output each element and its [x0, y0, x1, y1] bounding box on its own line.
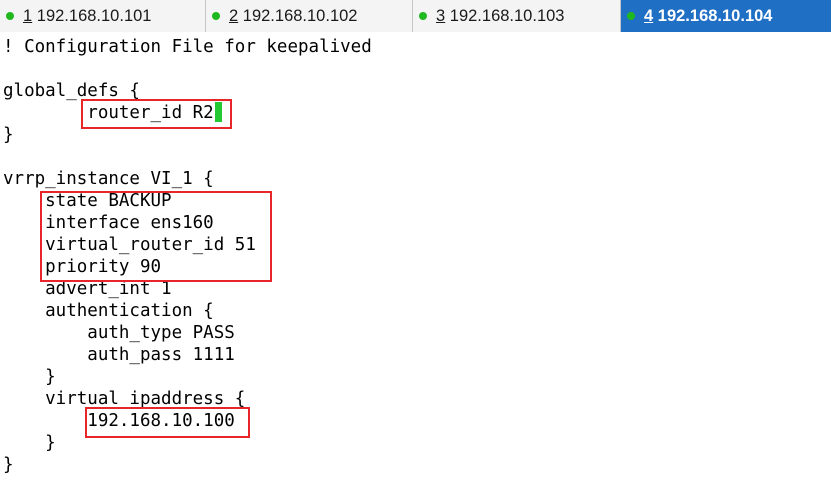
terminal-line: }	[3, 367, 56, 387]
terminal-line: virtual_ipaddress {	[3, 389, 246, 409]
terminal-line-router-id: router_id R2	[3, 102, 222, 124]
tab-host: 192.168.10.102	[242, 6, 358, 25]
terminal-line: ! Configuration File for keepalived	[3, 37, 372, 57]
terminal-line: advert_int 1	[3, 279, 172, 299]
terminal-line: auth_pass 1111	[3, 345, 235, 365]
session-tab-bar: 1 192.168.10.101 2 192.168.10.102 3 192.…	[0, 0, 831, 32]
terminal-line: virtual_router_id 51	[3, 235, 256, 255]
connected-status-icon	[419, 12, 427, 20]
terminal-line: }	[3, 125, 14, 145]
terminal-line: state BACKUP	[3, 191, 172, 211]
terminal-line: interface ens160	[3, 213, 214, 233]
terminal-line: auth_type PASS	[3, 323, 235, 343]
connected-status-icon	[212, 12, 220, 20]
tab-session-4[interactable]: 4 192.168.10.104	[621, 0, 831, 32]
terminal-line: }	[3, 433, 56, 453]
tab-host: 192.168.10.104	[657, 6, 773, 25]
terminal-line: priority 90	[3, 257, 162, 277]
terminal-line: vrrp_instance VI_1 {	[3, 169, 214, 189]
tab-session-3[interactable]: 3 192.168.10.103	[413, 0, 621, 32]
terminal-line-text: router_id R2	[3, 103, 214, 123]
terminal-line: global_defs {	[3, 81, 140, 101]
tab-number: 3	[436, 6, 446, 25]
terminal-line: authentication {	[3, 301, 214, 321]
text-cursor	[214, 102, 222, 122]
connected-status-icon	[6, 12, 14, 20]
tab-session-1[interactable]: 1 192.168.10.101	[0, 0, 206, 32]
tab-host: 192.168.10.101	[36, 6, 152, 25]
connected-status-icon	[627, 12, 635, 20]
tab-number: 1	[23, 6, 33, 25]
tab-number: 2	[229, 6, 239, 25]
terminal-output[interactable]: ! Configuration File for keepalived glob…	[0, 32, 831, 480]
tab-session-2[interactable]: 2 192.168.10.102	[206, 0, 413, 32]
tab-host: 192.168.10.103	[449, 6, 565, 25]
terminal-line: 192.168.10.100	[3, 411, 235, 431]
terminal-line: }	[3, 455, 14, 475]
tab-number: 4	[644, 6, 654, 25]
